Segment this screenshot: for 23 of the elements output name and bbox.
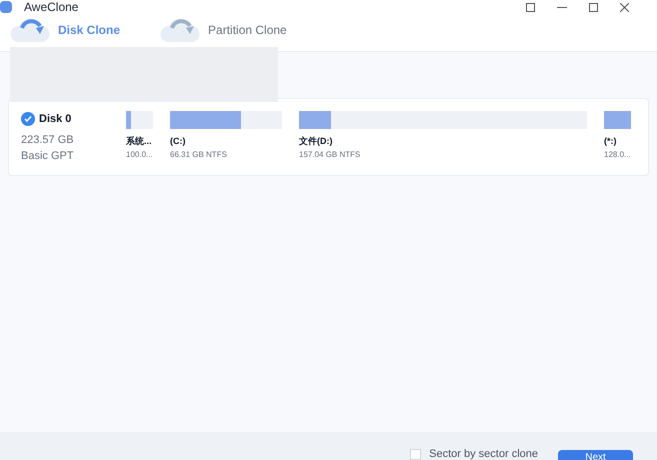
disk-checkbox[interactable] [21, 112, 35, 126]
partition-detail: 66.31 GB NTFS [170, 148, 228, 160]
disk-size: 223.57 GB [21, 132, 75, 148]
check-icon [24, 115, 32, 124]
close-icon[interactable] [620, 2, 629, 12]
pin-icon[interactable] [526, 2, 535, 12]
checkbox-label: Sector by sector clone [429, 449, 538, 460]
partition-detail: 100.0... [126, 148, 153, 160]
checkbox[interactable] [410, 449, 422, 460]
partition-name: 系统... [126, 135, 153, 148]
disk-name: Disk 0 [39, 112, 72, 127]
partition-name: (C:) [170, 135, 186, 148]
app-logo-icon [0, 1, 12, 13]
disk-type: Basic GPT [21, 149, 75, 164]
tab[interactable]: Partition Clone [160, 16, 287, 44]
next-button[interactable]: Next [558, 450, 633, 460]
tab[interactable]: Disk Clone [10, 16, 120, 44]
partition-name: (*:) [604, 135, 618, 148]
partition-name: 文件(D:) [299, 135, 334, 148]
partition-detail: 157.04 GB NTFS [299, 148, 362, 160]
window-title: AweClone [24, 0, 78, 16]
partition-detail: 128.0... [604, 148, 631, 160]
maximize-icon[interactable] [589, 2, 598, 12]
